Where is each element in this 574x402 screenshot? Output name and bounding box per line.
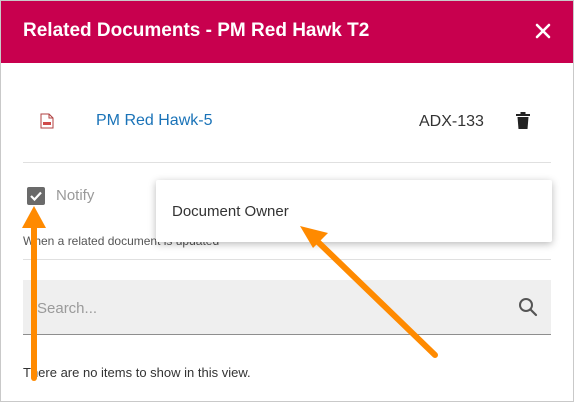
divider — [23, 259, 551, 260]
notify-checkbox[interactable] — [27, 187, 45, 205]
dialog-title: Related Documents - PM Red Hawk T2 — [23, 20, 370, 41]
close-icon — [535, 23, 551, 39]
search-box — [23, 280, 551, 335]
dropdown-option-document-owner[interactable]: Document Owner — [156, 180, 552, 242]
dropdown-option-label: Document Owner — [172, 203, 289, 220]
notify-label: Notify — [56, 187, 95, 204]
document-link[interactable]: PM Red Hawk-5 — [96, 112, 212, 130]
search-input[interactable] — [35, 296, 499, 320]
search-icon[interactable] — [518, 297, 538, 317]
close-button[interactable] — [529, 17, 557, 45]
document-code: ADX-133 — [419, 113, 484, 130]
trash-icon[interactable] — [516, 112, 530, 129]
divider — [23, 162, 551, 163]
checkmark-icon — [30, 191, 42, 202]
related-documents-dialog: Related Documents - PM Red Hawk T2 PM Re… — [0, 0, 574, 402]
dialog-header: Related Documents - PM Red Hawk T2 — [1, 1, 573, 63]
empty-list-message: There are no items to show in this view. — [23, 365, 251, 380]
document-icon — [40, 113, 54, 129]
related-document-row: PM Red Hawk-5 ADX-133 — [1, 96, 573, 146]
notify-recipient-dropdown: Document Owner — [156, 180, 552, 242]
